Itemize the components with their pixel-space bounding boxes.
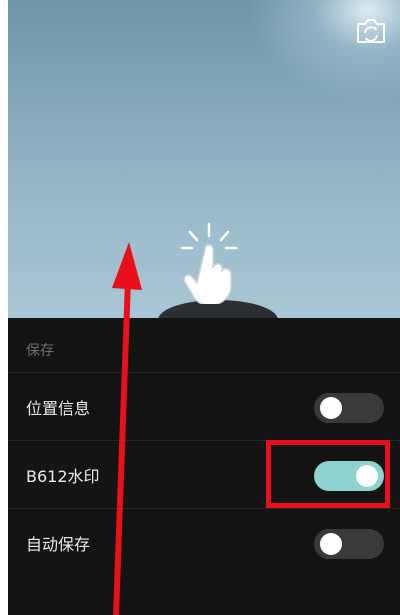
tap-hand-icon [178, 222, 240, 306]
save-settings-panel: 保存 位置信息 B612水印 自动保存 [8, 318, 400, 615]
auto-save-label: 自动保存 [26, 535, 91, 554]
b612-watermark-toggle[interactable] [314, 461, 384, 491]
camera-viewfinder[interactable] [8, 0, 400, 340]
auto-save-toggle[interactable] [314, 529, 384, 559]
location-info-toggle[interactable] [314, 393, 384, 423]
toggle-knob [320, 533, 342, 555]
toggle-knob [320, 397, 342, 419]
location-info-label: 位置信息 [26, 399, 91, 418]
section-title-save: 保存 [26, 343, 54, 359]
camera-switch-icon[interactable] [354, 16, 388, 46]
b612-watermark-row[interactable]: B612水印 [8, 440, 400, 509]
camera-app-screen: 保存 位置信息 B612水印 自动保存 [8, 0, 400, 615]
auto-save-row[interactable]: 自动保存 [8, 508, 400, 577]
location-info-row[interactable]: 位置信息 [8, 372, 400, 441]
toggle-knob [356, 465, 378, 487]
b612-watermark-label: B612水印 [26, 467, 100, 486]
